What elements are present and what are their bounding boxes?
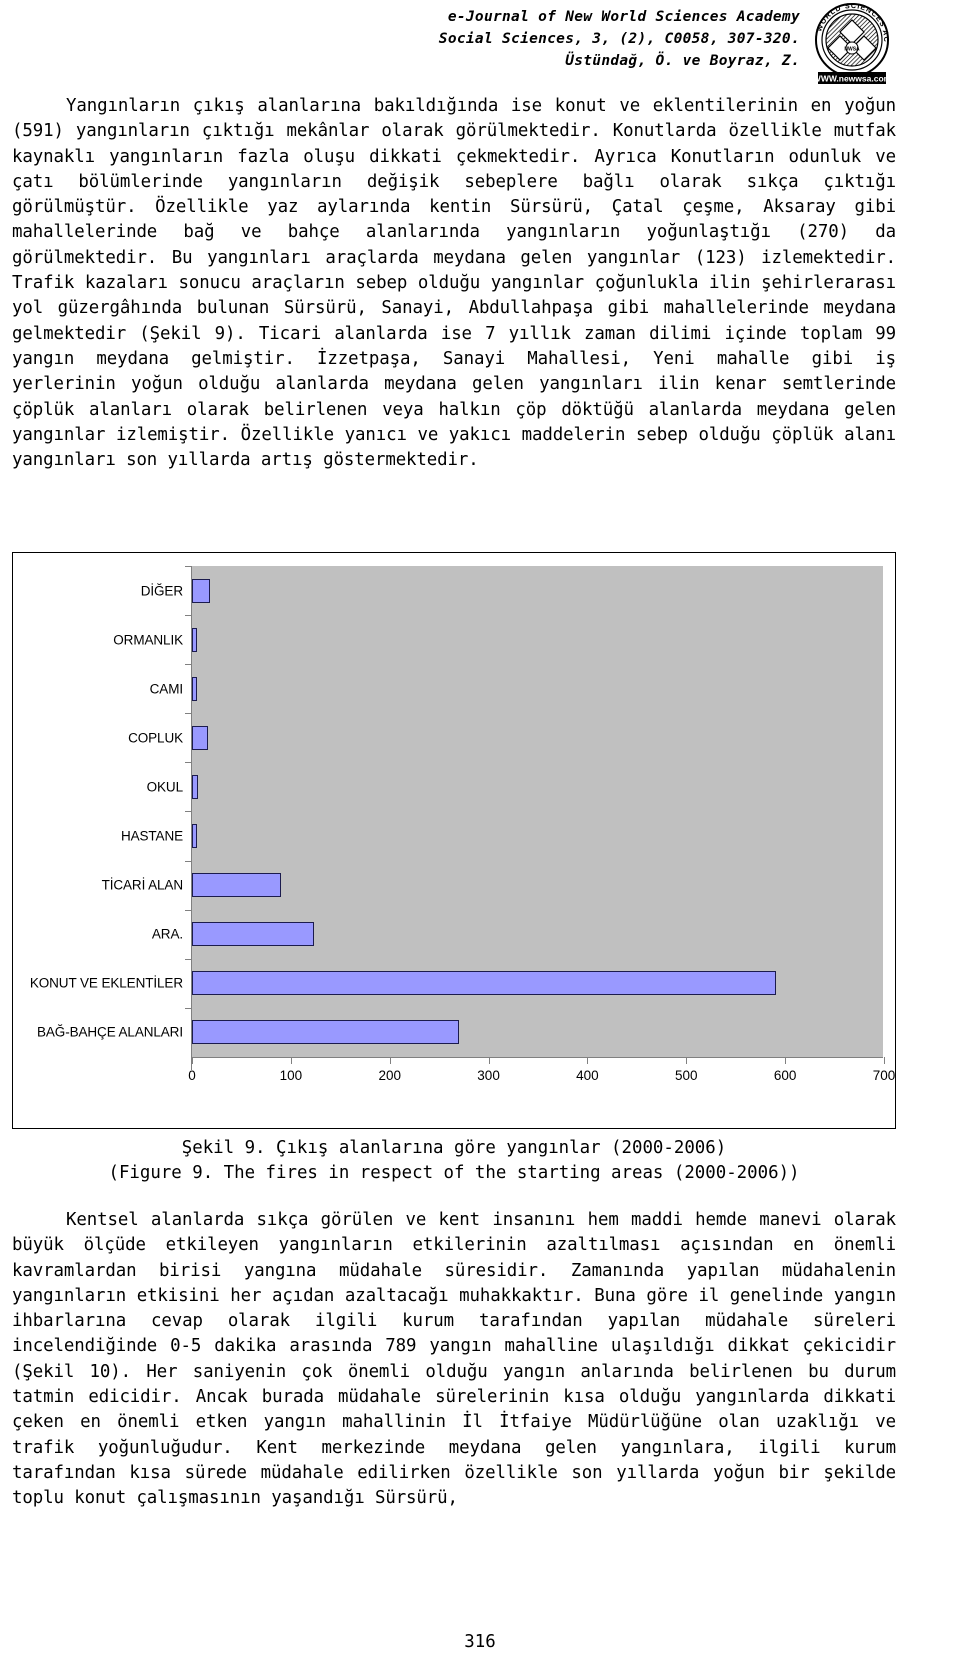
- y-axis-tick: [185, 909, 192, 911]
- x-axis-ticks: 0 100 200 300 400 500 600 700: [13, 1057, 895, 1097]
- x-axis-tick: [389, 1057, 391, 1064]
- caption-english: (Figure 9. The fires in respect of the s…: [108, 1163, 800, 1184]
- category-label: OKUL: [146, 779, 183, 795]
- category-label: BAĞ-BAHÇE ALANLARI: [36, 1024, 183, 1040]
- chart-row: KONUT VE EKLENTİLER: [13, 958, 895, 1008]
- x-axis-tick: [785, 1057, 787, 1064]
- chart-row: COPLUK: [13, 713, 895, 762]
- bar: [192, 824, 197, 849]
- bar: [192, 1020, 459, 1045]
- x-axis-tick: [290, 1057, 292, 1064]
- y-axis-tick: [185, 958, 192, 960]
- x-axis-tick: [884, 1057, 885, 1064]
- journal-citation: e-Journal of New World Sciences Academy …: [380, 6, 800, 72]
- journal-authors: Üstündağ, Ö. ve Boyraz, Z.: [565, 53, 800, 69]
- bar: [192, 922, 314, 947]
- x-axis-tick: [686, 1057, 688, 1064]
- y-axis-tick: [185, 1007, 192, 1009]
- category-label: TİCARİ ALAN: [101, 877, 184, 893]
- y-axis-tick: [185, 860, 192, 862]
- paragraph-text: Yangınların çıkış alanlarına bakıldığınd…: [12, 96, 896, 471]
- chart-row: BAĞ-BAHÇE ALANLARI: [13, 1007, 895, 1057]
- x-axis-tick: [488, 1057, 490, 1064]
- category-label: HASTANE: [120, 828, 183, 844]
- journal-name: e-Journal of New World Sciences Academy: [447, 9, 800, 25]
- chart-row: OKUL: [13, 762, 895, 811]
- nwsa-logo-icon: NWSA WORLD SCIENCES ACADEMY WWW.newwsa.c…: [808, 2, 892, 84]
- bar: [192, 627, 197, 652]
- x-axis-tick-label: 700: [872, 1068, 896, 1083]
- y-axis-tick: [185, 566, 192, 567]
- chart-row: CAMI: [13, 664, 895, 713]
- x-axis-tick-label: 100: [279, 1068, 303, 1083]
- x-axis-tick-label: 600: [773, 1068, 797, 1083]
- figure-9: DİĞER ORMANLIK CAMI COPLUK OKUL HASTANE TİCARİ…: [12, 552, 896, 1129]
- chart-row: ORMANLIK: [13, 615, 895, 664]
- chart-rows: DİĞER ORMANLIK CAMI COPLUK OKUL HASTANE TİCARİ…: [13, 566, 895, 1057]
- y-axis-tick: [185, 615, 192, 617]
- svg-text:WWW.newwsa.com: WWW.newwsa.com: [813, 74, 892, 84]
- x-axis-tick-label: 300: [477, 1068, 500, 1083]
- bar: [192, 774, 198, 799]
- caption-turkish: Şekil 9. Çıkış alanlarına göre yangınlar…: [181, 1138, 727, 1158]
- bar-chart: DİĞER ORMANLIK CAMI COPLUK OKUL HASTANE TİCARİ…: [13, 553, 895, 1128]
- x-axis-tick-label: 400: [576, 1068, 599, 1083]
- page-number: 316: [464, 1632, 496, 1652]
- y-axis-tick: [185, 811, 192, 813]
- chart-row: DİĞER: [13, 566, 895, 615]
- chart-row: TİCARİ ALAN: [13, 860, 895, 910]
- category-label: KONUT VE EKLENTİLER: [29, 975, 183, 991]
- category-label: ARA.: [151, 926, 183, 942]
- y-axis-tick: [185, 664, 192, 666]
- y-axis-tick: [185, 762, 192, 764]
- svg-text:NWSA: NWSA: [844, 47, 860, 53]
- nwsa-logo: NWSA WORLD SCIENCES ACADEMY WWW.newwsa.c…: [808, 2, 896, 86]
- journal-issue: Social Sciences, 3, (2), C0058, 307-320.: [438, 31, 800, 47]
- paragraph-text: Kentsel alanlarda sıkça görülen ve kent …: [12, 1210, 896, 1509]
- bar: [192, 676, 197, 701]
- x-axis-tick-label: 200: [378, 1068, 401, 1083]
- bar: [192, 725, 208, 750]
- page-header: e-Journal of New World Sciences Academy …: [0, 0, 960, 88]
- bar: [192, 873, 281, 898]
- category-label: DİĞER: [140, 583, 183, 599]
- chart-row: HASTANE: [13, 811, 895, 860]
- body-paragraph-bottom: Kentsel alanlarda sıkça görülen ve kent …: [12, 1208, 896, 1512]
- body-paragraph-top: Yangınların çıkış alanlarına bakıldığınd…: [12, 94, 896, 473]
- x-axis-tick: [587, 1057, 589, 1064]
- category-label: ORMANLIK: [113, 632, 183, 648]
- figure-caption: Şekil 9. Çıkış alanlarına göre yangınlar…: [12, 1136, 896, 1187]
- category-label: CAMI: [149, 681, 183, 697]
- x-axis-tick-label: 500: [675, 1068, 698, 1083]
- chart-row: ARA.: [13, 909, 895, 959]
- bar: [192, 578, 210, 603]
- x-axis-tick: [192, 1057, 193, 1064]
- bar: [192, 971, 777, 996]
- y-axis-tick: [185, 713, 192, 715]
- x-axis-tick-label: 0: [188, 1068, 196, 1083]
- category-label: COPLUK: [128, 730, 183, 746]
